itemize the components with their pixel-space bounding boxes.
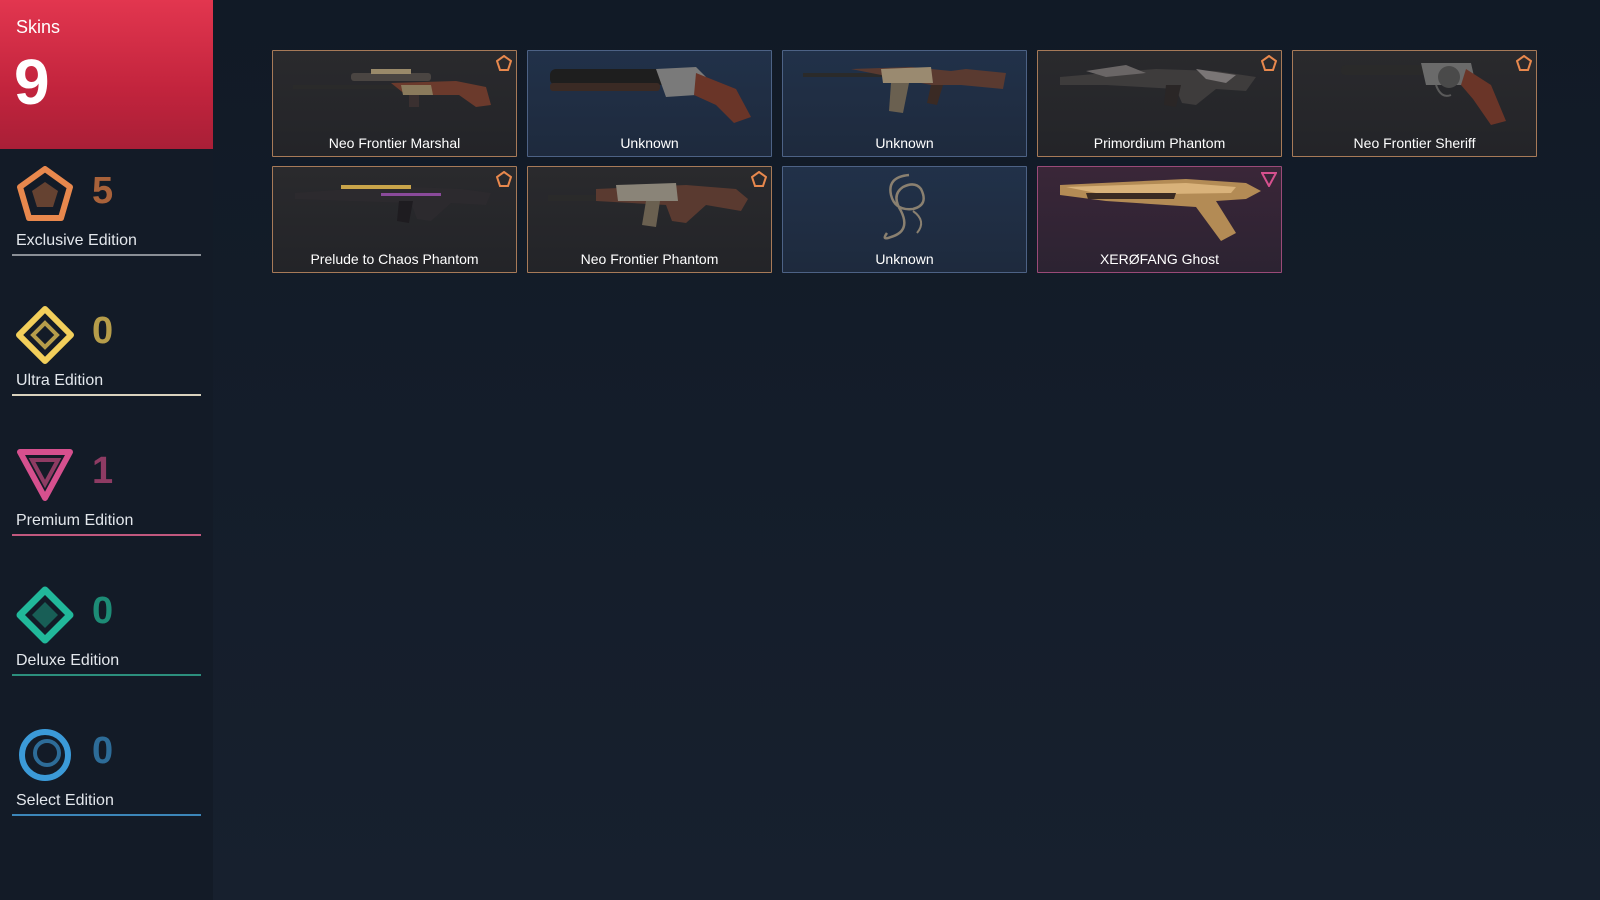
select-edition-icon <box>19 729 71 781</box>
exclusive-tier-icon <box>1516 55 1532 71</box>
exclusive-edition-icon <box>17 166 73 221</box>
exclusive-tier-icon <box>496 171 512 187</box>
phantom-rifle-icon <box>1060 65 1256 107</box>
whip-icon <box>883 173 925 240</box>
skins-total-count: 9 <box>14 46 50 118</box>
edition-label: Exclusive Edition <box>16 232 137 249</box>
skin-card[interactable]: XERØFANG Ghost <box>1037 166 1282 273</box>
skin-name: Neo Frontier Marshal <box>328 135 461 151</box>
skin-name: Unknown <box>875 135 934 151</box>
sniper-rifle-icon <box>293 69 491 107</box>
phantom-rifle-icon <box>548 183 748 227</box>
edition-count: 5 <box>92 170 114 212</box>
skin-name: Prelude to Chaos Phantom <box>310 251 479 267</box>
skins-collection-screen: Skins 9 5 Exclusive Edition 0 Ultra Edit… <box>0 0 1600 900</box>
ultra-edition-icon <box>16 306 74 364</box>
exclusive-tier-icon <box>751 171 767 187</box>
skin-card[interactable]: Unknown <box>782 166 1027 273</box>
skin-name: Neo Frontier Sheriff <box>1353 135 1476 151</box>
skins-total-label: Skins <box>16 17 61 37</box>
edition-deluxe[interactable]: 0 Deluxe Edition <box>12 586 201 676</box>
assault-rifle-icon <box>803 67 1006 113</box>
edition-divider <box>12 394 201 396</box>
skin-card[interactable]: Neo Frontier Phantom <box>527 166 772 273</box>
pistol-icon <box>1060 179 1261 241</box>
skins-total-panel: Skins 9 <box>0 0 213 149</box>
skin-name: Primordium Phantom <box>1093 135 1226 151</box>
skin-name: XERØFANG Ghost <box>1099 251 1220 267</box>
revolver-icon <box>1341 63 1506 125</box>
edition-divider <box>12 674 201 676</box>
edition-sidebar: Skins 9 5 Exclusive Edition 0 Ultra Edit… <box>0 0 213 900</box>
edition-premium[interactable]: 1 Premium Edition <box>12 446 201 536</box>
phantom-rifle-icon <box>295 185 491 223</box>
skin-card[interactable]: Neo Frontier Marshal <box>272 50 517 157</box>
edition-divider <box>12 534 201 536</box>
edition-count: 0 <box>92 310 114 352</box>
skin-card[interactable]: Primordium Phantom <box>1037 50 1282 157</box>
edition-divider <box>12 814 201 816</box>
edition-label: Premium Edition <box>16 512 134 529</box>
edition-label: Ultra Edition <box>16 372 104 389</box>
skin-name: Unknown <box>875 251 934 267</box>
edition-count: 0 <box>92 590 114 632</box>
edition-count: 0 <box>92 730 114 772</box>
skin-card[interactable]: Neo Frontier Sheriff <box>1292 50 1537 157</box>
skin-card[interactable]: Unknown <box>782 50 1027 157</box>
deluxe-edition-icon <box>16 586 74 644</box>
exclusive-tier-icon <box>1261 55 1277 71</box>
skin-card[interactable]: Unknown <box>527 50 772 157</box>
skin-name: Unknown <box>620 135 679 151</box>
edition-select[interactable]: 0 Select Edition <box>12 726 201 816</box>
shotgun-icon <box>550 67 751 123</box>
edition-exclusive[interactable]: 5 Exclusive Edition <box>12 166 201 256</box>
edition-label: Select Edition <box>16 792 114 809</box>
exclusive-tier-icon <box>496 55 512 71</box>
edition-count: 1 <box>92 450 114 492</box>
premium-tier-icon <box>1261 172 1277 187</box>
edition-ultra[interactable]: 0 Ultra Edition <box>12 306 201 396</box>
skin-name: Neo Frontier Phantom <box>580 251 719 267</box>
edition-divider <box>12 254 201 256</box>
skin-card[interactable]: Prelude to Chaos Phantom <box>272 166 517 273</box>
edition-label: Deluxe Edition <box>16 652 120 669</box>
premium-edition-icon <box>17 449 73 501</box>
